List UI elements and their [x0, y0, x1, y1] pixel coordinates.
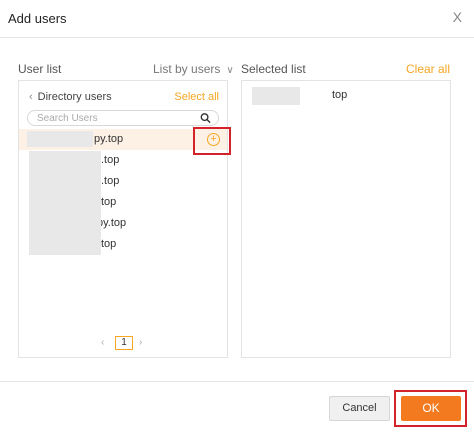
- ok-button[interactable]: OK: [401, 396, 461, 421]
- user-name: .top: [101, 175, 120, 187]
- user-list-heading: User list: [18, 62, 62, 76]
- selected-user-name: top: [332, 89, 348, 101]
- chevron-left-icon: ‹: [29, 91, 33, 103]
- dialog-header: Add users X: [0, 0, 474, 38]
- list-mode-dropdown[interactable]: List by users ∨: [153, 62, 234, 76]
- user-name: top: [101, 196, 117, 208]
- search-input[interactable]: [37, 111, 197, 125]
- add-users-dialog: Add users X User list List by users ∨ Sel…: [0, 0, 474, 433]
- pagination: ‹ 1 ›: [101, 336, 161, 352]
- chevron-down-icon: ∨: [226, 65, 234, 76]
- selected-item[interactable]: top: [242, 87, 450, 105]
- clear-all-link[interactable]: Clear all: [406, 62, 450, 76]
- current-page[interactable]: 1: [115, 336, 133, 350]
- prev-page-icon[interactable]: ‹: [101, 337, 104, 348]
- list-mode-label: List by users: [153, 62, 221, 76]
- user-name: top: [101, 238, 117, 250]
- ok-button-highlight: OK: [394, 390, 467, 427]
- selected-list-heading: Selected list: [241, 62, 306, 76]
- user-name: py.top: [94, 133, 124, 145]
- search-icon[interactable]: [200, 112, 211, 124]
- selected-list-panel: top: [241, 80, 451, 358]
- user-list-panel: ‹Directory users Select all py.top .top …: [18, 80, 228, 358]
- select-all-link[interactable]: Select all: [174, 91, 219, 103]
- redacted-names-block: [29, 151, 101, 255]
- cancel-button[interactable]: Cancel: [329, 396, 390, 421]
- directory-back-link[interactable]: ‹ Directory users: [29, 91, 112, 103]
- add-user-highlight: +: [193, 127, 231, 155]
- next-page-icon[interactable]: ›: [139, 337, 142, 348]
- close-icon[interactable]: X: [453, 10, 462, 24]
- add-circle-icon[interactable]: +: [207, 133, 220, 146]
- user-name: py.top: [97, 217, 127, 229]
- redacted-name: [27, 131, 93, 147]
- redacted-name: [252, 87, 300, 105]
- dialog-title: Add users: [8, 11, 67, 26]
- search-box: [27, 110, 219, 126]
- footer-divider: [0, 381, 474, 382]
- user-name: .top: [101, 154, 120, 166]
- directory-label: Directory users: [37, 91, 112, 103]
